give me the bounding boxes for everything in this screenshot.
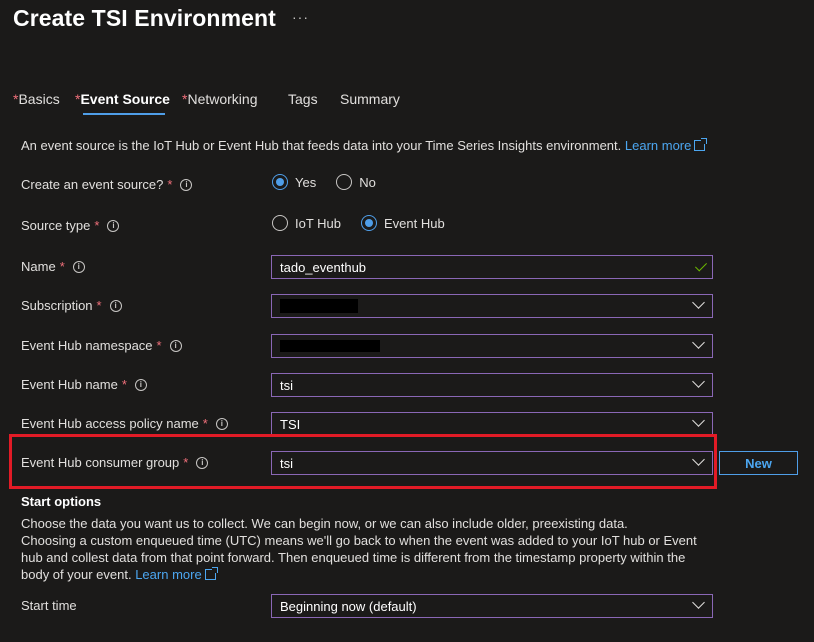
tab-event-source[interactable]: *Event Source bbox=[75, 91, 170, 107]
tab-label: Basics bbox=[18, 91, 60, 107]
subscription-label: Subscription * i bbox=[21, 298, 122, 313]
radio-button[interactable] bbox=[272, 215, 288, 231]
access-policy-label: Event Hub access policy name * i bbox=[21, 416, 228, 431]
consumer-group-dropdown[interactable]: tsi bbox=[271, 451, 713, 475]
required-marker: * bbox=[202, 416, 208, 431]
start-time-value: Beginning now (default) bbox=[280, 598, 417, 614]
chevron-down-icon bbox=[692, 336, 705, 349]
tab-tags[interactable]: Tags bbox=[288, 91, 318, 107]
learn-more-link[interactable]: Learn more bbox=[625, 138, 691, 153]
radio-button[interactable] bbox=[272, 174, 288, 190]
chevron-down-icon bbox=[692, 596, 705, 609]
hub-name-label: Event Hub name * i bbox=[21, 377, 147, 392]
radio-option-yes[interactable]: Yes bbox=[272, 174, 316, 190]
info-icon[interactable]: i bbox=[109, 299, 122, 312]
chevron-down-icon bbox=[692, 375, 705, 388]
chevron-down-icon bbox=[692, 453, 705, 466]
info-icon[interactable]: i bbox=[180, 178, 193, 191]
field-label: Source type bbox=[21, 218, 91, 233]
required-marker: * bbox=[167, 177, 173, 192]
subscription-dropdown[interactable] bbox=[271, 294, 713, 318]
radio-option-no[interactable]: No bbox=[336, 174, 376, 190]
access-policy-value: TSI bbox=[280, 416, 301, 432]
hub-name-dropdown[interactable]: tsi bbox=[271, 373, 713, 397]
chevron-down-icon bbox=[692, 414, 705, 427]
start-options-line-3: hub and collest data from that point for… bbox=[21, 550, 686, 565]
intro-description: An event source is the IoT Hub or Event … bbox=[21, 138, 622, 153]
field-label: Event Hub namespace bbox=[21, 338, 153, 353]
namespace-label: Event Hub namespace * i bbox=[21, 338, 182, 353]
start-options-line-4: body of your event. bbox=[21, 567, 132, 582]
info-icon[interactable]: i bbox=[107, 219, 120, 232]
field-label: Name bbox=[21, 259, 56, 274]
radio-button[interactable] bbox=[361, 215, 378, 231]
name-input-value: tado_eventhub bbox=[280, 259, 367, 275]
tab-label: Event Source bbox=[80, 91, 170, 107]
field-label: Event Hub access policy name bbox=[21, 416, 199, 431]
name-label: Name * i bbox=[21, 259, 85, 274]
tab-summary[interactable]: Summary bbox=[340, 91, 400, 107]
field-label: Event Hub name bbox=[21, 377, 118, 392]
chevron-down-icon bbox=[692, 296, 705, 309]
field-label: Create an event source? bbox=[21, 177, 164, 192]
required-marker: * bbox=[94, 218, 100, 233]
consumer-group-value: tsi bbox=[280, 455, 293, 471]
page-title: Create TSI Environment bbox=[13, 5, 276, 31]
radio-label: IoT Hub bbox=[295, 215, 342, 231]
start-time-dropdown[interactable]: Beginning now (default) bbox=[271, 594, 713, 618]
name-input[interactable]: tado_eventhub bbox=[271, 255, 713, 279]
tab-label: Tags bbox=[288, 91, 318, 107]
tab-networking[interactable]: *Networking bbox=[182, 91, 257, 107]
intro-text: An event source is the IoT Hub or Event … bbox=[21, 138, 708, 153]
info-icon[interactable]: i bbox=[196, 456, 209, 469]
source-type-radio-group: IoT Hub Event Hub bbox=[272, 215, 457, 231]
access-policy-dropdown[interactable]: TSI bbox=[271, 412, 713, 436]
info-icon[interactable]: i bbox=[134, 378, 147, 391]
start-time-label: Start time bbox=[21, 598, 77, 613]
required-marker: * bbox=[156, 338, 162, 353]
create-event-source-label: Create an event source? * i bbox=[21, 177, 193, 192]
field-label: Event Hub consumer group bbox=[21, 455, 180, 470]
source-type-label: Source type * i bbox=[21, 218, 120, 233]
namespace-dropdown[interactable] bbox=[271, 334, 713, 358]
active-tab-indicator bbox=[83, 113, 165, 115]
more-options-icon[interactable]: ··· bbox=[292, 9, 309, 25]
redacted-block bbox=[280, 299, 358, 313]
start-options-line-2: Choosing a custom enqueued time (UTC) me… bbox=[21, 533, 697, 548]
radio-label: Yes bbox=[295, 174, 317, 190]
tab-label: Summary bbox=[340, 91, 400, 107]
start-options-title: Start options bbox=[21, 494, 102, 509]
tab-label: Networking bbox=[187, 91, 258, 107]
create-event-source-radio-group: Yes No bbox=[272, 174, 388, 190]
required-marker: * bbox=[183, 455, 189, 470]
start-options-line-4-wrap: body of your event. Learn more bbox=[21, 567, 218, 582]
required-marker: * bbox=[96, 298, 102, 313]
required-marker: * bbox=[121, 377, 127, 392]
consumer-group-label: Event Hub consumer group * i bbox=[21, 455, 209, 470]
radio-button[interactable] bbox=[336, 174, 353, 190]
info-icon[interactable]: i bbox=[72, 260, 85, 273]
new-consumer-group-button[interactable]: New bbox=[719, 451, 798, 475]
info-icon[interactable]: i bbox=[215, 417, 228, 430]
checkmark-icon bbox=[694, 259, 708, 272]
radio-option-iot-hub[interactable]: IoT Hub bbox=[272, 215, 341, 231]
field-label: Start time bbox=[21, 598, 77, 613]
tab-basics[interactable]: *Basics bbox=[13, 91, 60, 107]
external-link-icon bbox=[204, 567, 218, 580]
radio-label: Event Hub bbox=[384, 215, 445, 231]
radio-option-event-hub[interactable]: Event Hub bbox=[361, 215, 445, 231]
external-link-icon bbox=[694, 138, 708, 151]
hub-name-value: tsi bbox=[280, 377, 293, 393]
info-icon[interactable]: i bbox=[169, 339, 182, 352]
start-options-line-1: Choose the data you want us to collect. … bbox=[21, 516, 628, 531]
required-marker: * bbox=[59, 259, 65, 274]
learn-more-link[interactable]: Learn more bbox=[135, 567, 201, 582]
redacted-block bbox=[280, 340, 380, 352]
radio-label: No bbox=[359, 174, 376, 190]
field-label: Subscription bbox=[21, 298, 93, 313]
